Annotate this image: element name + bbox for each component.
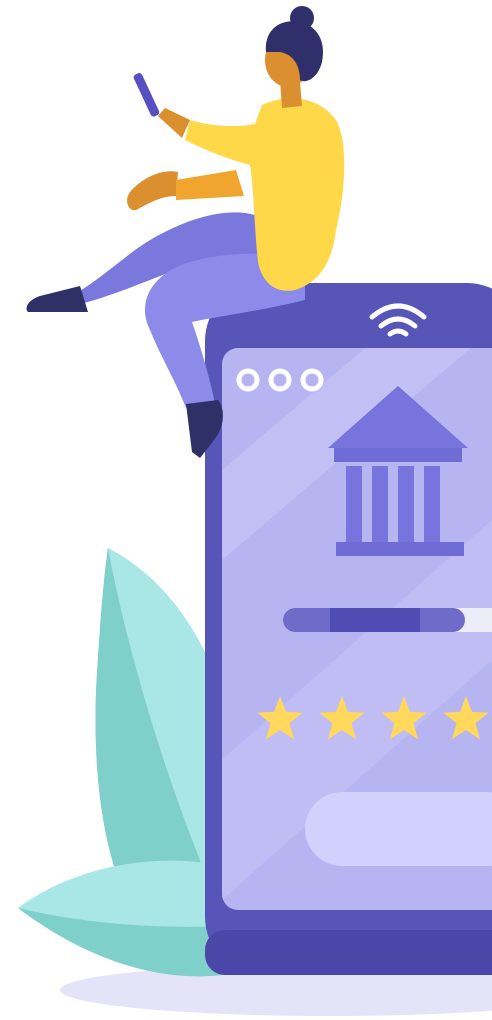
person-hair-bun <box>290 6 314 30</box>
phone <box>205 283 492 975</box>
progress-bar <box>283 608 492 632</box>
person-arm-lower <box>176 170 244 200</box>
person-hand <box>127 171 178 211</box>
progress-fill-inner <box>330 608 420 632</box>
illustration-canvas <box>18 6 492 1016</box>
person-shoe-back <box>26 286 88 312</box>
person-phone <box>133 73 160 117</box>
screen-button[interactable] <box>305 792 492 866</box>
illustration-scene <box>0 0 492 1020</box>
phone-frame-edge <box>205 930 492 975</box>
person-arm <box>158 108 190 138</box>
